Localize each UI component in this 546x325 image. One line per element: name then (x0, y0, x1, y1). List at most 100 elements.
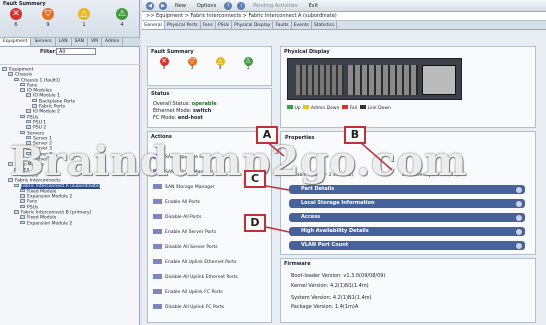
forward-icon[interactable]: ▶ (159, 1, 167, 10)
tab-faults[interactable]: Faults (273, 21, 292, 29)
fc-mode: FC Mode: end-host (153, 115, 203, 121)
panel-minor[interactable]: △ 4 (210, 57, 230, 71)
node-icon (20, 199, 25, 203)
node-icon (14, 210, 19, 214)
kernel-version: Kernel Version: 4.2(1)N1(1.4m) (291, 283, 369, 289)
tab-admin[interactable]: Admin (102, 38, 124, 46)
fault-summary-panel: Fault Summary ✕ 0 ▽ 3 △ 4 ⚠ 1 (147, 46, 272, 86)
tab-equipment[interactable]: Equipment (0, 38, 32, 46)
node-icon (2, 67, 7, 71)
tab-psus[interactable]: PSUs (216, 21, 233, 29)
node-icon (26, 109, 31, 113)
exit-button[interactable]: Exit (306, 3, 321, 9)
critical-icon: ✕ (10, 8, 22, 20)
expand-icon (516, 200, 522, 207)
high-availability-section[interactable]: High Availability Details (289, 227, 525, 236)
panel-critical[interactable]: ✕ 0 (154, 57, 174, 71)
physical-display-title: Physical Display (284, 49, 330, 55)
vlan-port-count-section[interactable]: VLAN Port Count (289, 241, 525, 250)
node-icon (20, 82, 25, 87)
physical-display-panel: Physical Display Up Admin Down Fail Link… (280, 46, 536, 128)
major-faults[interactable]: ▽ 9 (36, 8, 60, 28)
node-icon (20, 215, 25, 219)
firmware-panel: Firmware Boot-loader Version: v1.3.0(09/… (280, 258, 536, 323)
action-icon (153, 259, 162, 264)
node-icon (20, 88, 25, 92)
node-icon (20, 188, 25, 193)
content-tabs: General Physical Ports Fans PSUs Physica… (142, 21, 546, 30)
main-toolbar: ◀ ▶ New Options ? i Pending Activities E… (142, 0, 546, 12)
back-icon[interactable]: ◀ (146, 1, 154, 10)
minor-icon: △ (78, 8, 90, 20)
info-icon[interactable]: i (237, 1, 246, 10)
node-icon (20, 114, 25, 119)
node-icon (20, 194, 25, 198)
node-icon (8, 72, 13, 76)
node-icon (26, 119, 31, 124)
filter-bar: Filter: All (0, 47, 140, 57)
node-icon (26, 93, 31, 97)
warning-faults[interactable]: ⚠ 4 (110, 8, 134, 28)
filter-label: Filter: (40, 49, 58, 55)
equipment-tree: Equipment Chassis Chassis 1 (fault1) Fans IO… (2, 67, 138, 323)
callout-b: B (344, 126, 366, 144)
action-link[interactable]: Disable All Uplink FC Ports (153, 304, 224, 310)
fault-summary-title: Fault Summary (3, 1, 46, 7)
tab-servers[interactable]: Servers (31, 38, 56, 46)
action-link[interactable]: Enable All Uplink FC Ports (153, 289, 223, 295)
part-details-section[interactable]: Part Details (289, 185, 525, 194)
critical-faults[interactable]: ✕ 6 (4, 8, 28, 28)
expand-icon (516, 214, 522, 221)
action-icon (153, 229, 162, 234)
tab-fans[interactable]: Fans (201, 21, 216, 29)
help-icon[interactable]: ? (224, 1, 233, 10)
filter-select[interactable]: All (56, 48, 96, 55)
tab-san[interactable]: SAN (72, 38, 88, 46)
options-button[interactable]: Options (194, 3, 219, 9)
node-icon (32, 98, 37, 103)
node-icon (32, 104, 37, 108)
expand-icon (516, 228, 522, 235)
tab-physical-display[interactable]: Physical Display (232, 21, 274, 29)
overall-status: Overall Status: operable (153, 101, 217, 107)
breadcrumb[interactable]: >> Equipment > Fabric Interconnects > Fa… (142, 12, 546, 21)
callout-d: D (244, 214, 266, 232)
access-section[interactable]: Access (289, 213, 525, 222)
action-icon (153, 244, 162, 249)
boot-loader-version: Boot-loader Version: v1.3.0(09/08/09) (291, 273, 386, 279)
minor-icon: △ (215, 57, 225, 66)
action-link[interactable]: Disable All Uplink Ethernet Ports (153, 274, 238, 280)
action-icon (153, 214, 162, 219)
tab-events[interactable]: Events (292, 21, 312, 29)
system-version: System Version: 4.2(1)N1(1.4m) (291, 295, 372, 301)
port-legend: Up Admin Down Fail Link Down (287, 105, 391, 111)
tab-physical-ports[interactable]: Physical Ports (165, 21, 201, 29)
node-icon (14, 77, 19, 82)
local-storage-section[interactable]: Local Storage Information (289, 199, 525, 208)
tab-general[interactable]: General (142, 21, 165, 29)
action-link[interactable]: Disable All Ports (153, 214, 201, 220)
minor-faults[interactable]: △ 1 (72, 8, 96, 28)
action-link[interactable]: Enable All Ports (153, 199, 200, 205)
action-link[interactable]: Enable All Server Ports (153, 229, 216, 235)
nav-tabs: Equipment Servers LAN SAN VM Admin (0, 38, 140, 47)
tab-statistics[interactable]: Statistics (312, 21, 338, 29)
tab-lan[interactable]: LAN (56, 38, 72, 46)
action-icon (153, 289, 162, 294)
status-panel: Status Overall Status: operable Ethernet… (147, 88, 272, 128)
legend-admin-down-icon (303, 105, 310, 109)
tree-node[interactable]: Expansion Module 2 (2, 220, 138, 226)
legend-link-down-icon (360, 105, 367, 109)
warning-icon: ⚠ (116, 8, 128, 20)
legend-fail-icon (342, 105, 349, 109)
node-icon (20, 220, 25, 225)
action-link[interactable]: Enable All Uplink Ethernet Ports (153, 259, 236, 265)
panel-major[interactable]: ▽ 3 (182, 57, 202, 71)
panel-warning[interactable]: ⚠ 1 (238, 57, 258, 71)
new-menu[interactable]: New (172, 3, 189, 9)
action-link[interactable]: Disable All Server Ports (153, 244, 218, 250)
pending-activities-button[interactable]: Pending Activities (250, 3, 300, 9)
critical-icon: ✕ (159, 57, 169, 66)
action-icon (153, 274, 162, 279)
tab-vm[interactable]: VM (88, 38, 102, 46)
